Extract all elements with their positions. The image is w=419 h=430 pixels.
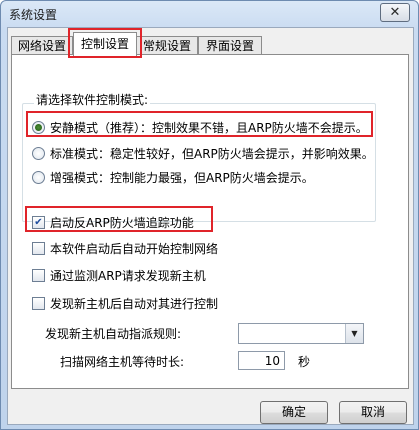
checkbox-auto-start-control-label: 本软件启动后自动开始控制网络: [50, 242, 219, 256]
dialog-body: 网络设置 控制设置 常规设置 界面设置 请选择软件控制模式: 安静模式（推荐）：…: [7, 27, 414, 425]
ok-button[interactable]: 确定: [260, 401, 328, 424]
radio-button[interactable]: [32, 147, 45, 160]
radio-button[interactable]: [32, 171, 45, 184]
checkbox-detect-new-hosts-label: 通过监测ARP请求发现新主机: [50, 269, 206, 283]
mode-group-label: 请选择软件控制模式:: [34, 91, 151, 108]
radio-enhanced-mode-label: 增强模式：控制能力最强，但ARP防火墙会提示。: [50, 171, 314, 185]
radio-standard-mode-label: 标准模式：稳定性较好，但ARP防火墙会提示，并影响效果。: [50, 147, 374, 161]
checkbox[interactable]: [32, 242, 45, 255]
title-bar: 系统设置 ✕: [1, 1, 418, 27]
checkbox-detect-new-hosts[interactable]: 通过监测ARP请求发现新主机: [32, 267, 206, 284]
chevron-down-icon[interactable]: ▼: [345, 324, 363, 343]
wait-time-label: 扫描网络主机等待时长:: [60, 355, 185, 369]
radio-enhanced-mode[interactable]: 增强模式：控制能力最强，但ARP防火墙会提示。: [32, 169, 314, 186]
tab-control-settings[interactable]: 控制设置: [73, 32, 137, 56]
close-button[interactable]: ✕: [380, 3, 410, 22]
cancel-button[interactable]: 取消: [339, 401, 407, 424]
wait-time-input[interactable]: 10: [238, 351, 285, 370]
assign-rule-dropdown[interactable]: ▼: [238, 323, 364, 344]
window-title: 系统设置: [9, 8, 58, 22]
settings-window: 系统设置 ✕ 网络设置 控制设置 常规设置 界面设置 请选择软件控制模式: 安静…: [0, 0, 419, 430]
radio-quiet-mode[interactable]: 安静模式（推荐）：控制效果不错，且ARP防火墙不会提示。: [32, 119, 368, 136]
rule-label: 发现新主机自动指派规则:: [45, 327, 182, 341]
checkbox-auto-start-control[interactable]: 本软件启动后自动开始控制网络: [32, 240, 218, 257]
control-settings-panel: 请选择软件控制模式: 安静模式（推荐）：控制效果不错，且ARP防火墙不会提示。 …: [11, 54, 409, 389]
radio-quiet-mode-label: 安静模式（推荐）：控制效果不错，且ARP防火墙不会提示。: [50, 121, 368, 135]
checkbox[interactable]: [32, 269, 45, 282]
tab-interface-settings[interactable]: 界面设置: [198, 36, 262, 55]
radio-standard-mode[interactable]: 标准模式：稳定性较好，但ARP防火墙会提示，并影响效果。: [32, 145, 374, 162]
wait-time-unit: 秒: [298, 355, 311, 369]
checkbox[interactable]: ✔: [32, 216, 45, 229]
tab-general-settings[interactable]: 常规设置: [136, 36, 198, 55]
checkbox[interactable]: [32, 297, 45, 310]
checkbox-auto-control-new-hosts[interactable]: 发现新主机后自动对其进行控制: [32, 295, 218, 312]
checkbox-anti-arp-tracking-label: 启动反ARP防火墙追踪功能: [50, 216, 194, 230]
checkbox-auto-control-new-hosts-label: 发现新主机后自动对其进行控制: [50, 297, 219, 311]
radio-button[interactable]: [32, 121, 45, 134]
checkbox-anti-arp-tracking[interactable]: ✔ 启动反ARP防火墙追踪功能: [32, 214, 194, 231]
tab-network-settings[interactable]: 网络设置: [11, 36, 73, 55]
